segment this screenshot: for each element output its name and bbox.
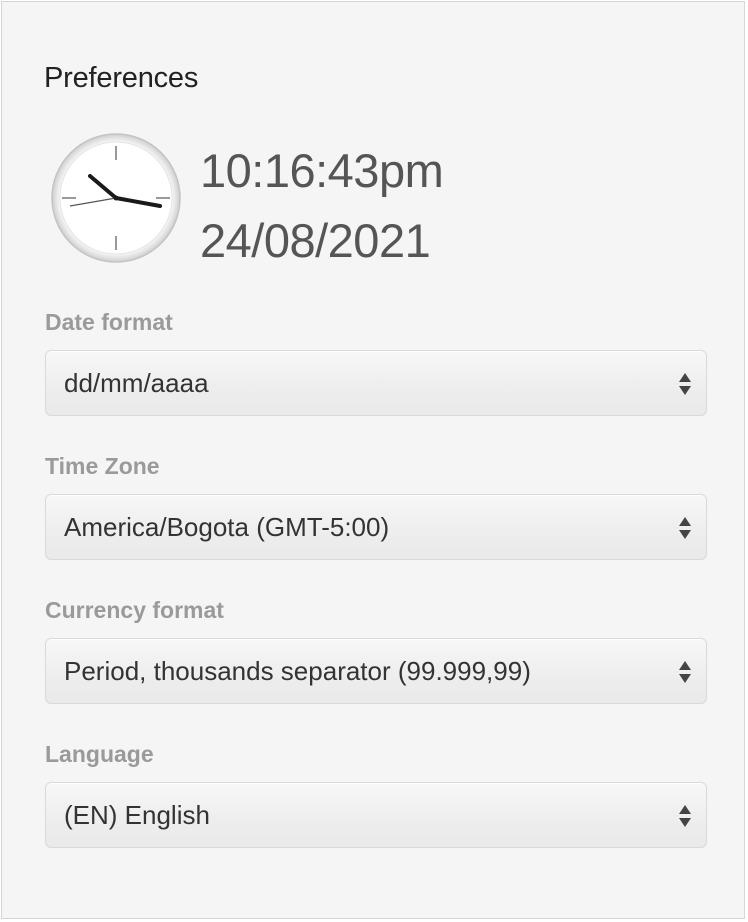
preferences-panel: Preferences 10:16:43pm 24/08/2021 Date f… bbox=[1, 1, 745, 919]
select-arrows-icon bbox=[678, 803, 692, 829]
date-format-select[interactable]: dd/mm/aaaa bbox=[45, 350, 707, 416]
language-label: Language bbox=[45, 741, 154, 767]
current-time: 10:16:43pm bbox=[200, 144, 444, 197]
date-format-value: dd/mm/aaaa bbox=[64, 368, 209, 398]
currency-format-label: Currency format bbox=[45, 597, 224, 623]
current-datetime: 10:16:43pm 24/08/2021 bbox=[200, 136, 444, 276]
time-zone-value: America/Bogota (GMT-5:00) bbox=[64, 512, 390, 542]
currency-format-select[interactable]: Period, thousands separator (99.999,99) bbox=[45, 638, 707, 704]
select-arrows-icon bbox=[678, 515, 692, 541]
currency-format-value: Period, thousands separator (99.999,99) bbox=[64, 656, 531, 686]
language-select[interactable]: (EN) English bbox=[45, 782, 707, 848]
language-value: (EN) English bbox=[64, 800, 210, 830]
select-arrows-icon bbox=[678, 371, 692, 397]
current-date: 24/08/2021 bbox=[200, 214, 431, 267]
time-zone-select[interactable]: America/Bogota (GMT-5:00) bbox=[45, 494, 707, 560]
select-arrows-icon bbox=[678, 659, 692, 685]
time-zone-label: Time Zone bbox=[45, 453, 160, 479]
clock-icon bbox=[50, 132, 182, 264]
panel-title: Preferences bbox=[44, 62, 199, 94]
date-format-label: Date format bbox=[45, 309, 173, 335]
